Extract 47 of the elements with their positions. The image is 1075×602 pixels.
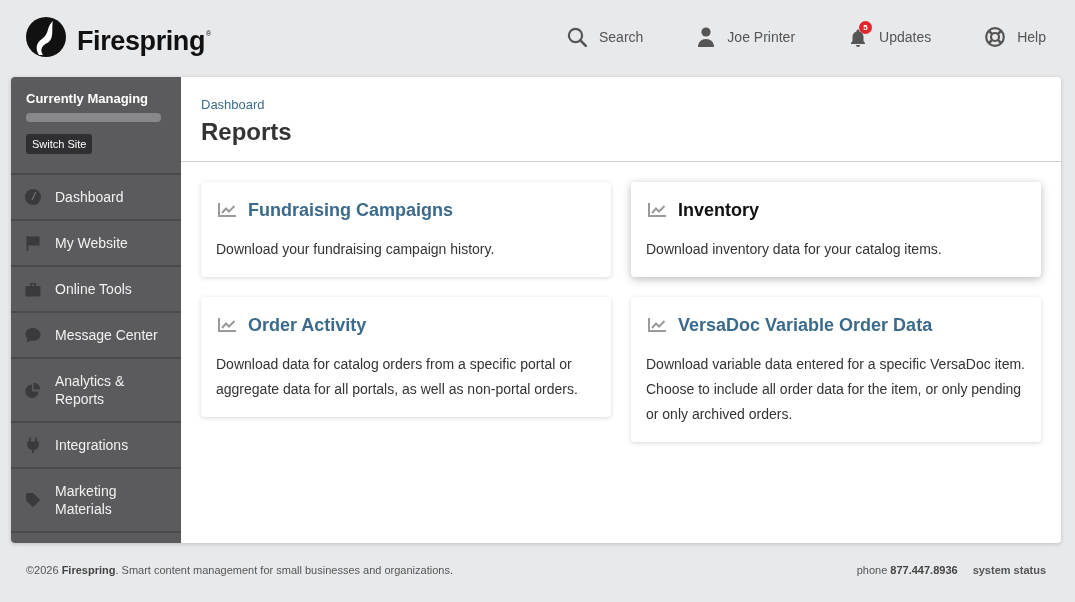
report-description: Download variable data entered for a specific VersaDoc item. Choose to include all order data for the item, or only pending or only archived orders.	[646, 355, 1026, 424]
plug-icon	[25, 437, 41, 453]
report-card[interactable]: VersaDoc Variable Order Data Download variable data entered for a specific VersaDoc item. Choose to include all order data for the item, or only pending or only archived orders.	[631, 297, 1041, 442]
sidebar-menu-item[interactable]: Dashboard	[11, 173, 181, 219]
sidebar-menu-item[interactable]: Marketing Materials	[11, 467, 181, 531]
report-description: Download inventory data for your catalog items.	[646, 240, 943, 259]
flag-icon	[25, 235, 41, 251]
report-title-link[interactable]: Fundraising Campaigns	[248, 198, 454, 222]
nav-link[interactable]: Joe Printer	[697, 27, 796, 47]
line-chart-icon	[648, 203, 666, 217]
report-card[interactable]: Order Activity Download data for catalog orders from a specific portal or aggregate data for all portals, as well as non-portal orders.	[201, 297, 611, 417]
line-chart-icon	[218, 318, 236, 332]
sidebar-menu-item[interactable]: Integrations	[11, 421, 181, 467]
report-title-link[interactable]: Inventory	[678, 198, 760, 222]
report-description: Download data for catalog orders from a specific portal or aggregate data for all portals, as well as non-portal orders.	[216, 355, 579, 399]
pie-chart-icon	[25, 382, 41, 398]
phone-number: phone 877.447.8936	[856, 564, 958, 576]
nav-link[interactable]: Search	[567, 27, 644, 47]
report-card[interactable]: Fundraising Campaigns Download your fundraising campaign history.	[201, 182, 611, 277]
report-description: Download your fundraising campaign history.	[216, 240, 496, 259]
line-chart-icon	[648, 318, 666, 332]
copyright-text: ©2026 Firespring. Smart content management for small businesses and organizations.	[26, 564, 453, 576]
report-title-link[interactable]: VersaDoc Variable Order Data	[678, 313, 933, 337]
switch-site-button[interactable]: Switch Site	[26, 134, 93, 154]
logo-wordmark[interactable]: Firespring$^{®}$	[77, 17, 211, 57]
notification-badge: 5	[859, 20, 873, 34]
search-icon	[567, 27, 587, 47]
bell-icon	[849, 27, 868, 47]
report-card[interactable]: Inventory Download inventory data for your catalog items.	[631, 182, 1041, 277]
system-status-link[interactable]: system status	[972, 564, 1046, 576]
speech-bubble-icon	[25, 327, 41, 343]
gauge-icon	[25, 189, 41, 205]
line-chart-icon	[218, 203, 236, 217]
briefcase-icon	[25, 281, 41, 297]
sidebar-heading: Currently Managing	[26, 91, 150, 107]
nav-link[interactable]: Help	[985, 27, 1046, 47]
breadcrumb-link[interactable]: Dashboard	[201, 96, 265, 113]
sidebar-menu-item[interactable]: Online Tools	[11, 265, 181, 311]
lifebuoy-icon	[985, 27, 1006, 47]
sidebar-menu-item[interactable]: My Website	[11, 219, 181, 265]
page-title: Reports	[201, 117, 292, 147]
tag-icon	[25, 492, 41, 508]
sidebar-menu-item[interactable]: Analytics & Reports	[11, 357, 181, 421]
sidebar-menu-item[interactable]: Message Center	[11, 311, 181, 357]
report-title-link[interactable]: Order Activity	[248, 313, 367, 337]
logo-icon	[26, 17, 66, 57]
person-icon	[697, 27, 716, 47]
